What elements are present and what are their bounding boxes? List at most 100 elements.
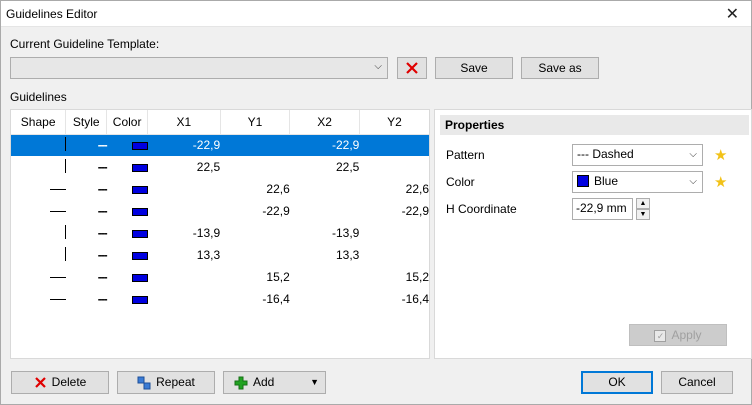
- y1-cell: 22,6: [266, 182, 290, 196]
- pattern-combobox[interactable]: --- Dashed ⌵: [572, 144, 703, 166]
- plus-icon: [234, 376, 248, 390]
- shape-cell: [11, 266, 66, 288]
- add-button[interactable]: Add ▼: [223, 371, 326, 394]
- y1-cell: [220, 244, 290, 266]
- repeat-button[interactable]: Repeat: [117, 371, 215, 394]
- h-coordinate-label: H Coordinate: [446, 202, 517, 216]
- y2-cell: [359, 244, 429, 266]
- style-cell: ---: [97, 292, 108, 306]
- table-row[interactable]: --- 15,2 15,2: [11, 266, 429, 288]
- properties-panel: Properties Pattern --- Dashed ⌵ ★ Color …: [434, 109, 752, 359]
- style-cell: ---: [97, 226, 108, 240]
- save-button[interactable]: Save: [435, 57, 513, 79]
- star-icon[interactable]: ★: [714, 146, 727, 164]
- color-swatch: [131, 295, 148, 304]
- color-cell: [107, 156, 148, 178]
- checkbox-icon: ✓: [654, 329, 667, 342]
- x2-cell: [290, 288, 360, 310]
- repeat-label: Repeat: [156, 375, 195, 389]
- pattern-label: Pattern: [446, 148, 485, 162]
- horizontal-line-icon: [49, 189, 66, 191]
- y1-cell: [220, 156, 290, 178]
- ok-button[interactable]: OK: [581, 371, 653, 394]
- red-x-icon: [406, 62, 418, 74]
- horizontal-line-icon: [49, 211, 66, 213]
- pattern-value: --- Dashed: [577, 147, 634, 161]
- delete-button[interactable]: Delete: [11, 371, 109, 394]
- h-coordinate-input[interactable]: -22,9 mm: [572, 198, 633, 220]
- close-icon[interactable]: ✕: [726, 4, 739, 24]
- style-cell: ---: [97, 182, 108, 196]
- color-cell: [107, 266, 148, 288]
- vertical-line-icon: [64, 136, 66, 151]
- table-row[interactable]: --- -13,9 -13,9: [11, 222, 429, 244]
- properties-header: Properties: [440, 115, 749, 135]
- color-swatch: [131, 142, 148, 151]
- y1-cell: [220, 134, 290, 156]
- template-combobox[interactable]: ⌵: [10, 57, 388, 79]
- apply-button[interactable]: ✓ Apply: [629, 324, 727, 346]
- save-as-button[interactable]: Save as: [521, 57, 599, 79]
- spin-up-icon[interactable]: ▲: [636, 198, 650, 209]
- x1-cell: [148, 200, 221, 222]
- col-y1[interactable]: Y1: [220, 110, 291, 135]
- style-cell: ---: [97, 204, 108, 218]
- table-row[interactable]: --- -16,4 -16,4: [11, 288, 429, 310]
- x1-cell: -22,9: [147, 134, 221, 156]
- col-color[interactable]: Color: [106, 110, 149, 135]
- style-cell: ---: [97, 248, 108, 262]
- clear-template-button[interactable]: [397, 57, 427, 79]
- table-row[interactable]: --- 22,6 22,6: [11, 178, 429, 200]
- table-row[interactable]: --- -22,9 -22,9: [11, 134, 429, 156]
- shape-cell: [11, 288, 66, 310]
- x2-cell: -13,9: [331, 226, 360, 240]
- vertical-line-icon: [64, 224, 66, 239]
- title-bar: Guidelines Editor ✕: [1, 1, 751, 27]
- color-swatch: [131, 163, 148, 172]
- color-cell: [106, 134, 148, 156]
- color-swatch: [131, 229, 148, 238]
- x2-cell: [290, 178, 360, 200]
- col-x2[interactable]: X2: [289, 110, 360, 135]
- dropdown-arrow-icon[interactable]: ▼: [310, 372, 319, 392]
- chevron-down-icon: ⌵: [689, 176, 697, 187]
- guidelines-label: Guidelines: [10, 90, 67, 104]
- color-cell: [107, 222, 148, 244]
- horizontal-line-icon: [49, 277, 66, 279]
- y2-cell: -22,9: [401, 204, 429, 218]
- x1-cell: 13,3: [196, 248, 221, 262]
- apply-label: Apply: [671, 328, 702, 342]
- color-combobox[interactable]: Blue ⌵: [572, 171, 703, 193]
- x2-cell: -22,9: [289, 134, 360, 156]
- spin-down-icon[interactable]: ▼: [636, 209, 650, 220]
- color-value: Blue: [594, 174, 619, 188]
- color-cell: [107, 178, 148, 200]
- y2-cell: -16,4: [401, 292, 429, 306]
- x1-cell: [148, 178, 221, 200]
- table-row[interactable]: --- 22,5 22,5: [11, 156, 429, 178]
- y1-cell: 15,2: [266, 270, 290, 284]
- table-row[interactable]: --- -22,9 -22,9: [11, 200, 429, 222]
- col-shape[interactable]: Shape: [11, 110, 67, 135]
- color-cell: [107, 200, 148, 222]
- col-x1[interactable]: X1: [147, 110, 221, 135]
- x2-cell: 13,3: [335, 248, 360, 262]
- y2-cell: [359, 134, 429, 156]
- table-row[interactable]: --- 13,3 13,3: [11, 244, 429, 266]
- col-style[interactable]: Style: [65, 110, 108, 135]
- cancel-button[interactable]: Cancel: [661, 371, 733, 394]
- star-icon[interactable]: ★: [714, 173, 727, 191]
- color-swatch: [131, 273, 148, 282]
- guidelines-editor-window: Guidelines Editor ✕ Current Guideline Te…: [0, 0, 752, 405]
- red-x-icon: [34, 377, 46, 389]
- x1-cell: [148, 288, 221, 310]
- x1-cell: 22,5: [196, 160, 221, 174]
- col-y2[interactable]: Y2: [359, 110, 429, 135]
- y2-cell: [359, 156, 429, 178]
- x2-cell: 22,5: [335, 160, 360, 174]
- window-title: Guidelines Editor: [6, 7, 98, 21]
- chevron-down-icon: ⌵: [689, 149, 697, 160]
- guidelines-table: Shape Style Color X1 Y1 X2 Y2 --- -22,9 -2…: [10, 109, 430, 359]
- y1-cell: -22,9: [262, 204, 290, 218]
- y2-cell: 22,6: [405, 182, 429, 196]
